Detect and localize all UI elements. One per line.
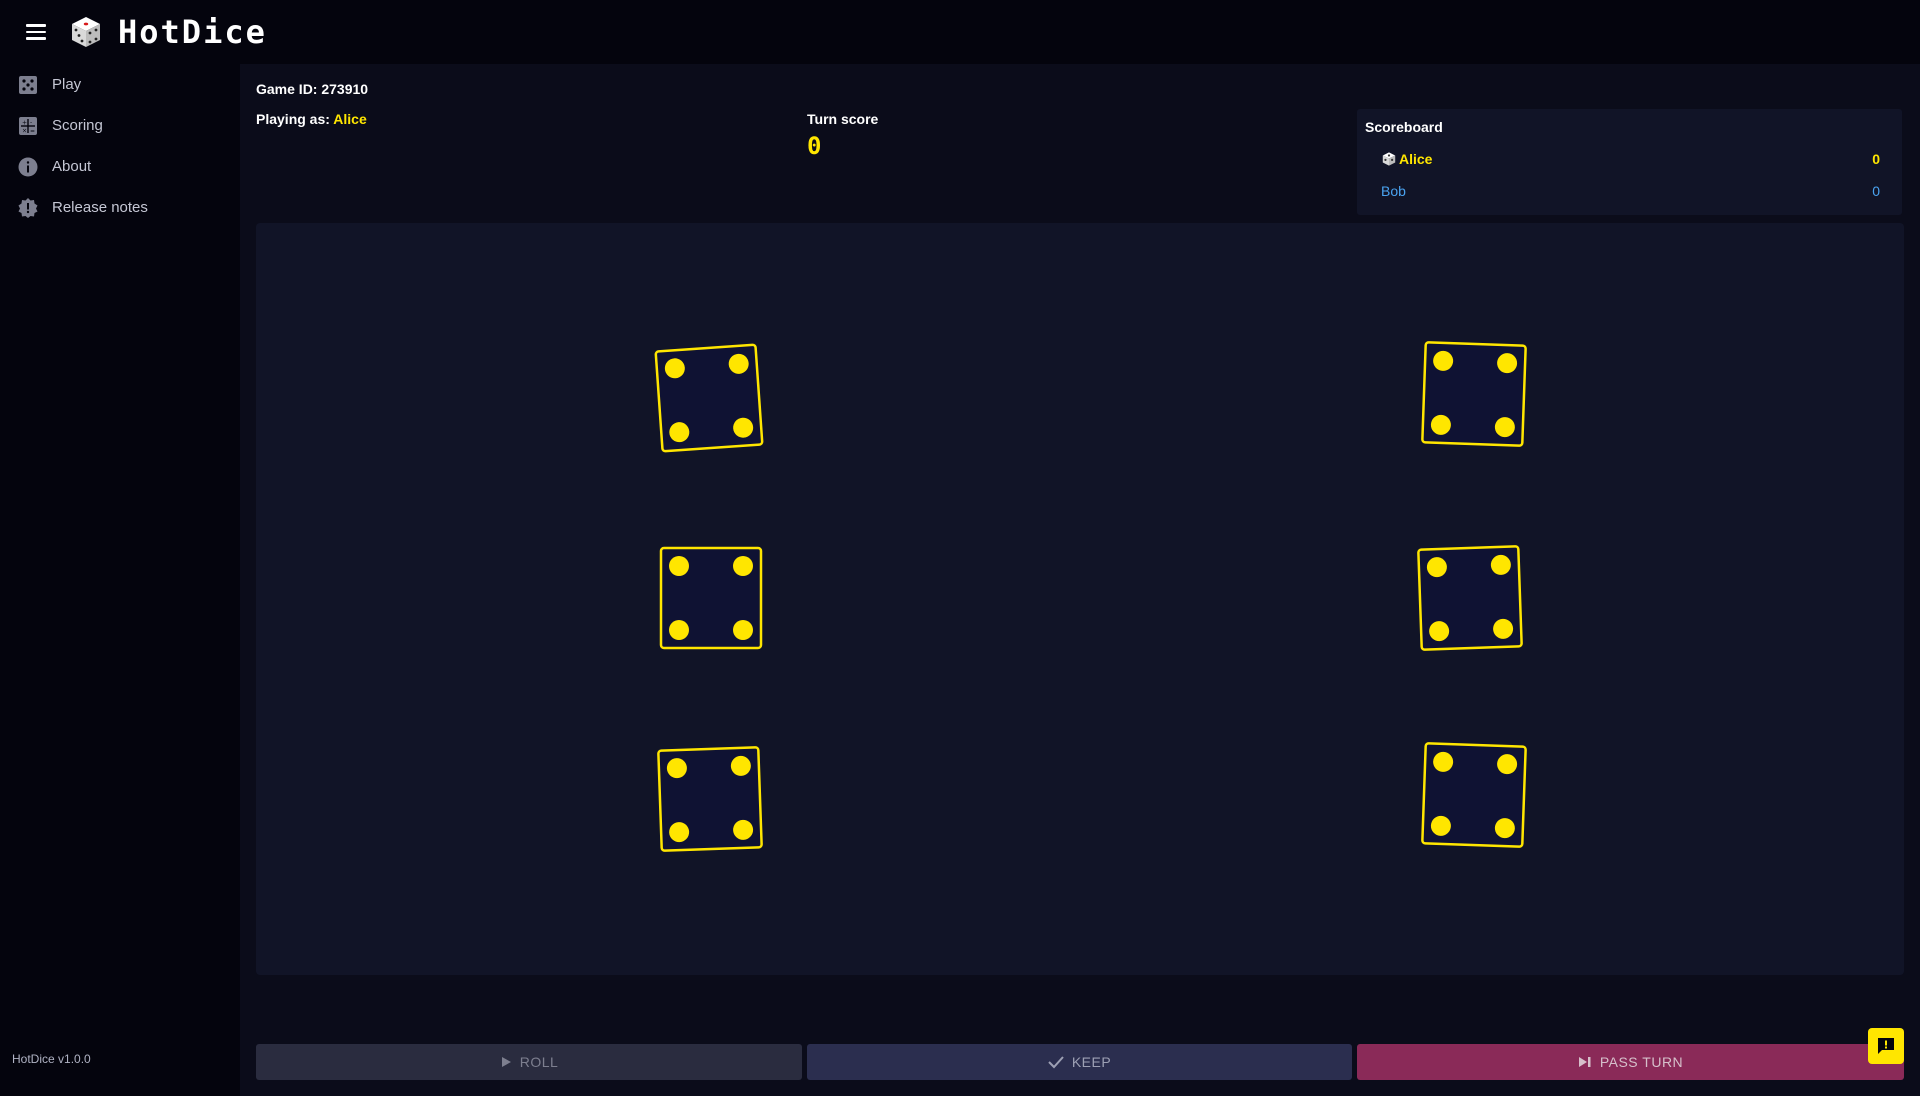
sidebar: Play + - × = Scoring About Release notes… — [0, 64, 240, 1096]
scoreboard-title: Scoreboard — [1365, 119, 1443, 135]
die-4[interactable] — [1415, 543, 1525, 653]
scoring-icon: + - × = — [18, 116, 38, 136]
game-area: Game ID: 273910 Playing as: Alice Turn s… — [240, 64, 1920, 1080]
feedback-button[interactable] — [1868, 1028, 1904, 1064]
sidebar-item-label: Release notes — [52, 199, 148, 216]
playing-as-label: Playing as: — [256, 111, 330, 127]
scoreboard-player-score: 0 — [1872, 183, 1880, 199]
sidebar-item-label: Scoring — [52, 117, 103, 134]
die-5[interactable] — [655, 744, 765, 854]
info-icon — [18, 157, 38, 177]
sidebar-item-about[interactable]: About — [0, 146, 240, 187]
die-1[interactable] — [652, 341, 765, 454]
svg-text:+: + — [22, 119, 27, 126]
scoreboard-row: Alice 0 — [1381, 149, 1880, 169]
logo-dice-icon — [72, 17, 100, 47]
badge-icon — [18, 197, 38, 218]
check-icon — [1048, 1056, 1064, 1069]
current-player-dice-icon — [1382, 152, 1396, 166]
die-pip — [669, 556, 689, 576]
pass-turn-button-label: Pass turn — [1599, 1054, 1684, 1070]
player-name: Alice — [333, 111, 367, 127]
app-version: HotDice v1.0.0 — [12, 1052, 91, 1066]
skip-next-icon — [1578, 1057, 1591, 1067]
sidebar-item-release-notes[interactable]: Release notes — [0, 187, 240, 228]
svg-text:×: × — [22, 127, 27, 134]
die-pip — [733, 556, 753, 576]
scoreboard-player-name: Bob — [1381, 183, 1406, 199]
menu-icon[interactable] — [18, 14, 54, 50]
app-title: HotDice — [118, 13, 267, 51]
roll-button[interactable]: Roll — [256, 1044, 802, 1080]
keep-button-label: Keep — [1071, 1054, 1112, 1070]
playing-as: Playing as: Alice — [256, 111, 367, 127]
scoreboard-player-score: 0 — [1872, 151, 1880, 167]
die-pip — [733, 620, 753, 640]
svg-text:-: - — [30, 119, 32, 126]
svg-text:=: = — [30, 127, 35, 134]
die-pip — [669, 620, 689, 640]
die-3[interactable] — [658, 545, 764, 651]
pass-turn-button[interactable]: Pass turn — [1357, 1044, 1904, 1080]
scoreboard: Scoreboard Alice 0 Bob 0 — [1357, 109, 1902, 215]
turn-score-value: 0 — [807, 132, 822, 160]
sidebar-item-label: Play — [52, 76, 82, 93]
game-id: Game ID: 273910 — [256, 81, 369, 97]
dice-icon — [18, 75, 38, 95]
sidebar-item-play[interactable]: Play — [0, 64, 240, 105]
scoreboard-row: Bob 0 — [1381, 181, 1880, 201]
sidebar-item-label: About — [52, 158, 92, 175]
top-bar: HotDice — [0, 0, 1920, 64]
play-icon — [501, 1057, 511, 1067]
keep-button[interactable]: Keep — [807, 1044, 1352, 1080]
die-6[interactable] — [1419, 740, 1529, 850]
scoreboard-player-name: Alice — [1399, 151, 1433, 167]
turn-score-label: Turn score — [807, 111, 879, 127]
roll-button-label: Roll — [519, 1054, 559, 1070]
die-2[interactable] — [1419, 339, 1529, 449]
sidebar-item-scoring[interactable]: + - × = Scoring — [0, 105, 240, 146]
dice-board — [256, 223, 1904, 975]
feedback-icon — [1878, 1038, 1894, 1054]
